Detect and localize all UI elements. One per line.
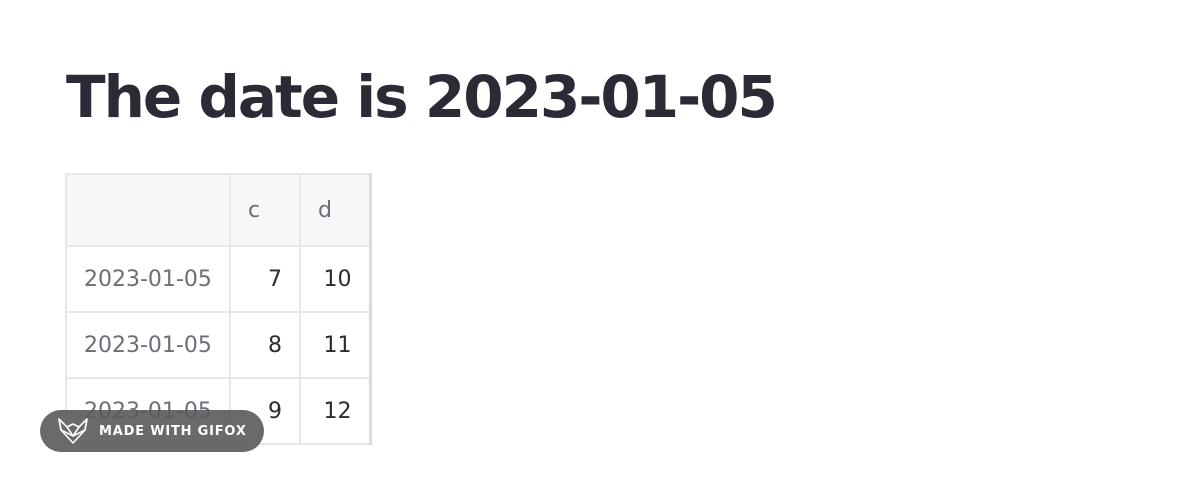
index-header-cell[interactable] [65,173,231,247]
column-header-c[interactable]: c [229,173,301,247]
table-cell-d[interactable]: 10 [299,245,371,313]
table-cell-d[interactable]: 11 [299,311,371,379]
gifox-watermark-badge: MADE WITH GIFOX [40,410,264,452]
app-page: The date is 2023-01-05 c d 2023-01-05 7 … [0,0,1204,492]
table-cell-c[interactable]: 7 [229,245,301,313]
table-header-row: c d [65,173,371,247]
watermark-label: MADE WITH GIFOX [99,423,247,439]
table-cell-d[interactable]: 12 [299,377,371,445]
table-row: 2023-01-05 7 10 [65,245,371,313]
data-table: c d 2023-01-05 7 10 2023-01-05 8 11 2023… [65,173,372,445]
row-index-cell[interactable]: 2023-01-05 [65,311,231,379]
table-cell-c[interactable]: 8 [229,311,301,379]
page-title: The date is 2023-01-05 [66,63,778,131]
row-index-cell[interactable]: 2023-01-05 [65,245,231,313]
column-header-d[interactable]: d [299,173,371,247]
fox-logo-icon [58,418,88,444]
table-row: 2023-01-05 8 11 [65,311,371,379]
